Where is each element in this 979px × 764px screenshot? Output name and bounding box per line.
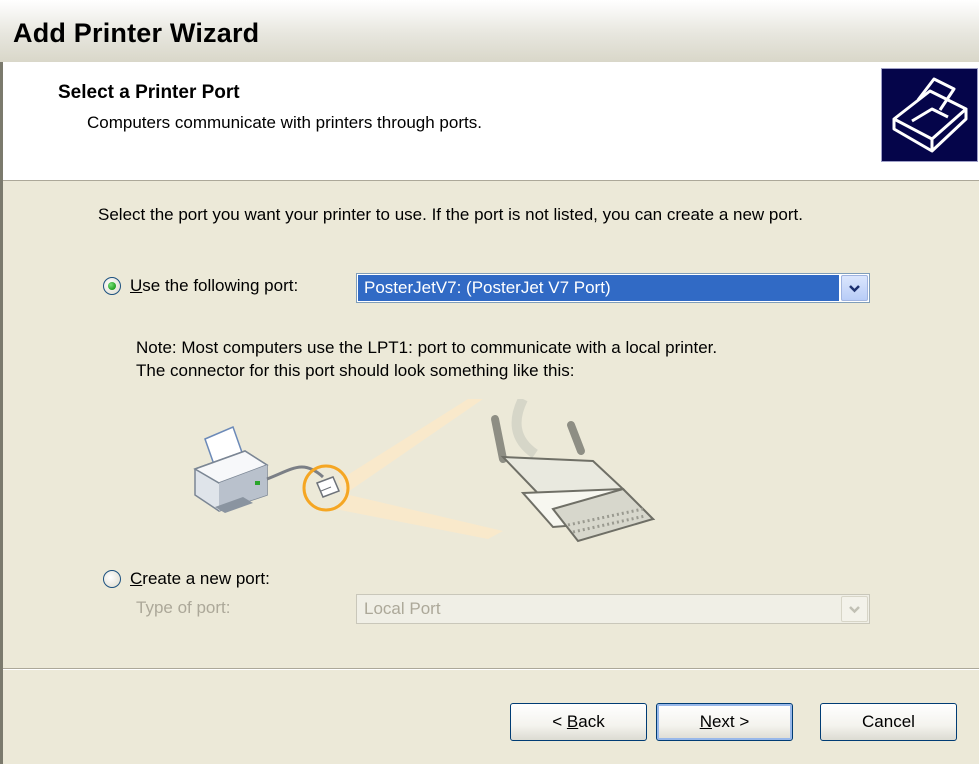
use-port-radio[interactable] xyxy=(103,277,121,295)
small-connector-icon xyxy=(316,476,340,498)
create-port-radio[interactable] xyxy=(103,570,121,588)
type-of-port-label: Type of port: xyxy=(136,598,231,617)
port-type-select-value: Local Port xyxy=(364,599,441,618)
back-button-accel: B xyxy=(566,712,579,731)
window-title: Add Printer Wizard xyxy=(13,18,260,48)
page-subtitle: Computers communicate with printers thro… xyxy=(87,113,482,132)
create-port-label[interactable]: Create a new port: xyxy=(130,569,270,589)
intro-text: Select the port you want your printer to… xyxy=(98,205,803,224)
next-button[interactable]: Next > xyxy=(656,703,793,741)
port-select[interactable]: PosterJetV7: (PosterJet V7 Port) xyxy=(356,273,870,303)
port-type-select: Local Port xyxy=(356,594,870,624)
printer-icon xyxy=(193,425,269,513)
cancel-button[interactable]: Cancel xyxy=(820,703,957,741)
back-button[interactable]: < Back xyxy=(510,703,647,741)
title-bar[interactable]: Add Printer Wizard xyxy=(0,0,979,63)
next-button-accel: N xyxy=(699,712,712,731)
create-port-label-accel: C xyxy=(130,569,143,588)
create-port-label-rest: reate a new port: xyxy=(142,569,270,588)
page-title: Select a Printer Port xyxy=(58,82,240,103)
port-select-dropdown-button[interactable] xyxy=(841,275,868,301)
use-port-label-rest: se the following port: xyxy=(142,276,299,295)
printer-wizard-icon xyxy=(881,68,978,162)
radio-selected-dot xyxy=(108,282,116,290)
wizard-footer: < Back Next > Cancel xyxy=(3,670,979,764)
use-port-label[interactable]: Use the following port: xyxy=(130,276,298,296)
wizard-header: Select a Printer Port Computers communic… xyxy=(3,62,979,181)
chevron-down-icon xyxy=(849,285,860,293)
wizard-content: Select the port you want your printer to… xyxy=(3,181,979,668)
note-text: Note: Most computers use the LPT1: port … xyxy=(136,336,896,382)
lpt-connector-illustration xyxy=(183,396,663,554)
note-line-2: The connector for this port should look … xyxy=(136,361,575,380)
use-port-label-accel: U xyxy=(130,276,143,295)
port-select-value: PosterJetV7: (PosterJet V7 Port) xyxy=(358,275,839,301)
next-button-rest: ext > xyxy=(711,712,750,731)
back-button-prefix: < xyxy=(552,712,567,731)
back-button-rest: ack xyxy=(578,712,605,731)
db25-connector-icon xyxy=(491,396,656,543)
note-line-1: Note: Most computers use the LPT1: port … xyxy=(136,338,718,357)
chevron-down-icon xyxy=(849,606,860,614)
port-type-dropdown-button xyxy=(841,596,868,622)
